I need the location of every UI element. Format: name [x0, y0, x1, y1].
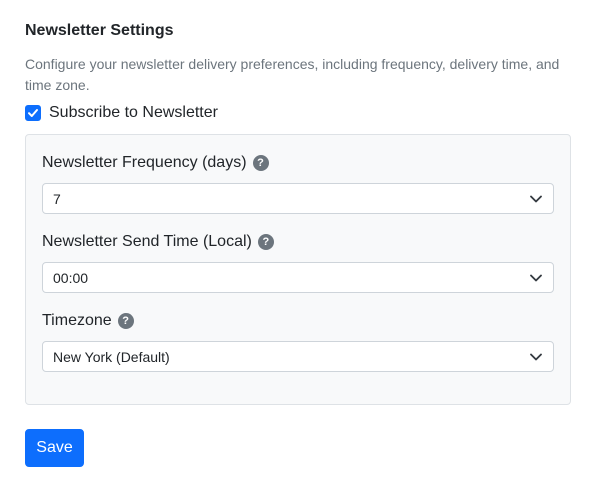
frequency-value: 7	[53, 190, 61, 207]
frequency-select[interactable]: 7	[42, 183, 554, 214]
timezone-label-row: Timezone ?	[42, 312, 134, 330]
question-circle-icon[interactable]: ?	[117, 313, 134, 329]
frequency-label-row: Newsletter Frequency (days) ?	[42, 154, 269, 172]
send-time-select[interactable]: 00:00	[42, 262, 554, 293]
send-time-value: 00:00	[53, 269, 89, 286]
page-title: Newsletter Settings	[25, 22, 174, 39]
settings-panel: Newsletter Frequency (days) ? 7 Newslett…	[25, 134, 571, 405]
timezone-label: Timezone	[42, 312, 112, 329]
send-time-label-row: Newsletter Send Time (Local) ?	[42, 233, 274, 251]
check-icon	[28, 109, 38, 117]
subscribe-checkbox[interactable]	[25, 105, 41, 121]
send-time-label: Newsletter Send Time (Local)	[42, 233, 252, 250]
chevron-down-icon	[529, 271, 543, 285]
newsletter-settings-page: Newsletter Settings Configure your newsl…	[0, 0, 595, 482]
timezone-select[interactable]: New York (Default)	[42, 341, 554, 372]
page-description: Configure your newsletter delivery prefe…	[25, 56, 560, 93]
subscribe-label: Subscribe to Newsletter	[49, 104, 218, 121]
timezone-value: New York (Default)	[53, 348, 170, 365]
chevron-down-icon	[529, 350, 543, 364]
frequency-label: Newsletter Frequency (days)	[42, 154, 247, 171]
question-circle-icon[interactable]: ?	[257, 234, 274, 250]
subscribe-checkbox-row[interactable]: Subscribe to Newsletter	[25, 104, 218, 122]
chevron-down-icon	[529, 192, 543, 206]
question-circle-icon[interactable]: ?	[252, 155, 269, 171]
save-button[interactable]: Save	[25, 429, 84, 467]
